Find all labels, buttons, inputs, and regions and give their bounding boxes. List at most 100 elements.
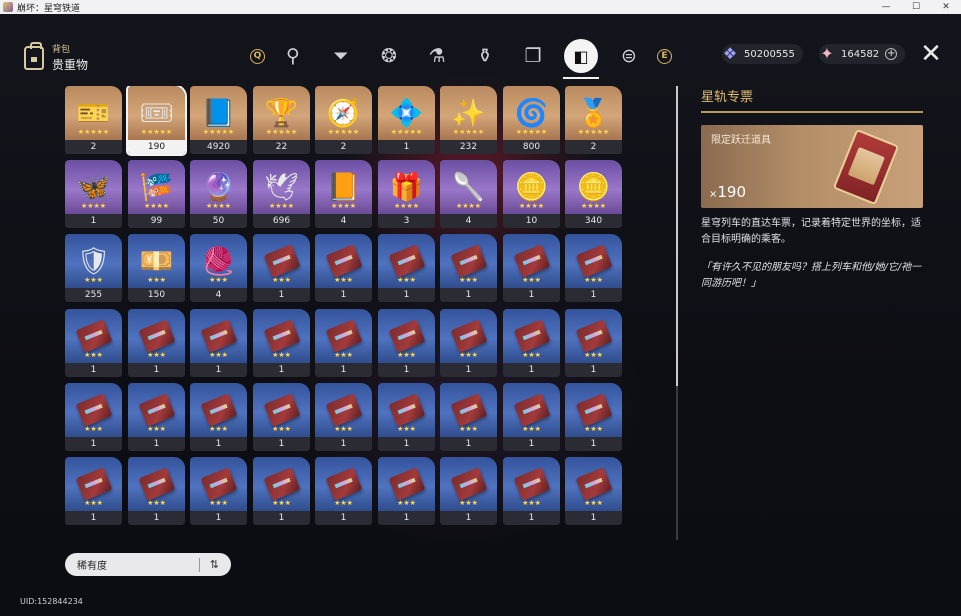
inventory-item[interactable]: ★★★ 1 <box>378 309 435 377</box>
ticket-icon <box>200 319 237 353</box>
rarity-stars: ★★★ <box>584 351 603 359</box>
tab-relics[interactable]: ❂ <box>365 36 413 76</box>
category-tabs: Q ⚲ ⏷ ❂ ⚗ ⚱ ❐ ◧ ⊜ E <box>250 36 672 79</box>
inventory-item[interactable]: ★★★ 1 <box>378 457 435 525</box>
sort-order-icon[interactable]: ⇅ <box>210 558 219 571</box>
inventory-item[interactable]: 🌀 ★★★★★ 800 <box>503 86 560 154</box>
close-icon[interactable]: ✕ <box>918 41 944 68</box>
inventory-item[interactable]: ★★★ 1 <box>315 234 372 302</box>
inventory-item[interactable]: 🎁 ★★★★ 3 <box>378 160 435 228</box>
rarity-stars: ★★★★★ <box>265 128 298 136</box>
tab-light-cone[interactable]: ⚲ <box>269 36 317 76</box>
inventory-item[interactable]: ★★★ 1 <box>253 309 310 377</box>
item-count: 1 <box>503 363 560 377</box>
inventory-item[interactable]: 🦋 ★★★★ 1 <box>65 160 122 228</box>
sort-selector[interactable]: 稀有度 ⇅ <box>65 553 231 576</box>
inventory-item[interactable]: 🪙 ★★★★ 10 <box>503 160 560 228</box>
item-count: 1 <box>440 288 497 302</box>
inventory-item[interactable]: ★★★ 1 <box>565 457 622 525</box>
inventory-item[interactable]: ★★★ 1 <box>190 383 247 451</box>
game-viewport: 背包 贵重物 Q ⚲ ⏷ ❂ ⚗ ⚱ ❐ ◧ ⊜ E ❖ 50200555 ✦ 164582 … <box>0 14 961 616</box>
inventory-item[interactable]: 🎏 ★★★★ 99 <box>128 160 185 228</box>
inventory-item[interactable]: ★★★ 1 <box>65 383 122 451</box>
item-count: 2 <box>315 140 372 154</box>
inventory-item[interactable]: 💠 ★★★★★ 1 <box>378 86 435 154</box>
inventory-item[interactable]: 🏆 ★★★★★ 22 <box>253 86 310 154</box>
inventory-item[interactable]: 🔮 ★★★★ 50 <box>190 160 247 228</box>
rarity-stars: ★★★ <box>522 499 541 507</box>
ticket-icon <box>388 393 425 427</box>
inventory-item[interactable]: 🕊 ★★★★ 696 <box>253 160 310 228</box>
tab-upgrade-materials[interactable]: ⏷ <box>317 36 365 76</box>
item-flavor-text: 「有许久不见的朋友吗？搭上列车和他/她/它/祂一同游历吧！」 <box>701 262 922 289</box>
inventory-item[interactable]: ★★★ 1 <box>253 234 310 302</box>
inventory-item[interactable]: ★★★ 1 <box>503 309 560 377</box>
rarity-stars: ★★★ <box>147 351 166 359</box>
item-count: 1 <box>503 288 560 302</box>
inventory-item[interactable]: ★★★ 1 <box>190 457 247 525</box>
inventory-item[interactable]: ★★★ 1 <box>503 234 560 302</box>
inventory-item[interactable]: ★★★ 1 <box>253 383 310 451</box>
item-count: 1 <box>190 363 247 377</box>
inventory-item[interactable]: 🏅 ★★★★★ 2 <box>565 86 622 154</box>
inventory-item[interactable]: 🧶 ★★★ 4 <box>190 234 247 302</box>
tab-missions[interactable]: ❐ <box>509 36 557 76</box>
rarity-stars: ★★★ <box>272 276 291 284</box>
inventory-item[interactable]: 🧭 ★★★★★ 2 <box>315 86 372 154</box>
tab-valuables[interactable]: ◧ <box>557 36 605 79</box>
ticket-icon <box>450 319 487 353</box>
inventory-item[interactable]: ★★★ 1 <box>315 383 372 451</box>
rarity-stars: ★★★ <box>147 499 166 507</box>
rarity-stars: ★★★ <box>272 499 291 507</box>
inventory-item[interactable]: ★★★ 1 <box>315 309 372 377</box>
item-count: 1 <box>65 511 122 525</box>
ticket-icon <box>325 244 362 278</box>
add-stellar-jade-button[interactable]: + <box>885 48 898 60</box>
inventory-item[interactable]: ★★★ 1 <box>565 309 622 377</box>
rarity-stars: ★★★ <box>584 499 603 507</box>
inventory-item[interactable]: ★★★ 1 <box>565 383 622 451</box>
e-key-hint[interactable]: E <box>657 48 672 64</box>
inventory-item[interactable]: ★★★ 1 <box>190 309 247 377</box>
inventory-item[interactable]: ★★★ 1 <box>440 309 497 377</box>
window-close-button[interactable]: ✕ <box>931 2 961 12</box>
inventory-item[interactable]: ★★★ 1 <box>503 383 560 451</box>
inventory-item[interactable]: ★★★ 1 <box>65 309 122 377</box>
item-count: 10 <box>503 214 560 228</box>
rarity-stars: ★★★ <box>84 499 103 507</box>
scrollbar-thumb[interactable] <box>676 86 678 386</box>
inventory-item[interactable]: 🎟 ★★★★★ 190 <box>126 86 187 156</box>
inventory-item[interactable]: ★★★ 1 <box>440 234 497 302</box>
inventory-item[interactable]: 🪙 ★★★★ 340 <box>565 160 622 228</box>
inventory-item[interactable]: ★★★ 1 <box>315 457 372 525</box>
inventory-item[interactable]: ★★★ 1 <box>378 234 435 302</box>
inventory-item[interactable]: ★★★ 1 <box>128 457 185 525</box>
inventory-item[interactable]: 💴 ★★★ 150 <box>128 234 185 302</box>
inventory-item[interactable]: 🛡 ★★★ 255 <box>65 234 122 302</box>
inventory-item[interactable]: 🎫 ★★★★★ 2 <box>65 86 122 154</box>
inventory-item[interactable]: 🥄 ★★★★ 4 <box>440 160 497 228</box>
tab-other-materials[interactable]: ⚗ <box>413 36 461 76</box>
scrollbar[interactable] <box>676 86 678 540</box>
ticket-icon <box>575 393 612 427</box>
inventory-item[interactable]: 📘 ★★★★★ 4920 <box>190 86 247 154</box>
maximize-button[interactable]: ☐ <box>901 2 931 12</box>
inventory-item[interactable]: ★★★ 1 <box>503 457 560 525</box>
inventory-item[interactable]: ★★★ 1 <box>128 383 185 451</box>
tab-consumables[interactable]: ⚱ <box>461 36 509 76</box>
inventory-item[interactable]: ★★★ 1 <box>440 383 497 451</box>
ticket-icon <box>200 393 237 427</box>
q-key-hint[interactable]: Q <box>250 48 265 64</box>
inventory-item[interactable]: ✨ ★★★★★ 232 <box>440 86 497 154</box>
tab-food[interactable]: ⊜ <box>605 36 653 76</box>
inventory-item[interactable]: ★★★ 1 <box>440 457 497 525</box>
minimize-button[interactable]: — <box>871 2 901 12</box>
inventory-item[interactable]: ★★★ 1 <box>565 234 622 302</box>
inventory-item[interactable]: ★★★ 1 <box>378 383 435 451</box>
inventory-item[interactable]: 📙 ★★★★ 4 <box>315 160 372 228</box>
inventory-item[interactable]: ★★★ 1 <box>253 457 310 525</box>
ticket-icon <box>450 244 487 278</box>
inventory-item[interactable]: ★★★ 1 <box>128 309 185 377</box>
inventory-item[interactable]: ★★★ 1 <box>65 457 122 525</box>
item-count: 3 <box>378 214 435 228</box>
